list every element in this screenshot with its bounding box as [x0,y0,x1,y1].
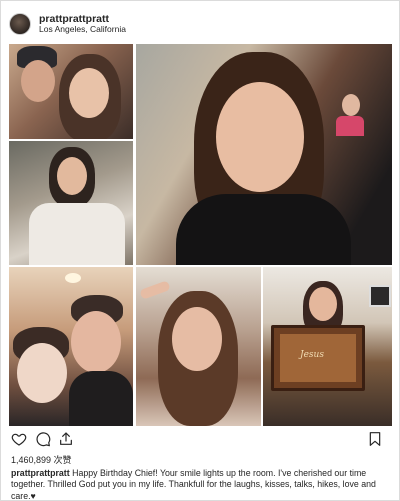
face-shape [309,287,337,321]
bookmark-icon[interactable] [367,431,383,447]
avatar[interactable] [9,13,31,35]
share-icon[interactable] [58,431,74,447]
instagram-post: prattprattpratt Los Angeles, California [0,0,400,501]
face-shape [172,307,222,371]
blanket-shape [29,203,125,265]
post-header: prattprattpratt Los Angeles, California [9,9,389,39]
action-bar [11,431,391,449]
sign-text: Jesus [300,350,324,360]
photo-woman-with-sign: Jesus [263,267,392,426]
like-count[interactable]: 1,460,899 次赞 [11,453,72,466]
post-caption: prattprattpratt Happy Birthday Chief! Yo… [11,468,383,501]
comment-icon[interactable] [35,431,51,447]
mask-face-shape [17,343,67,403]
photo-laughing-woman [136,267,261,426]
arm-shape [139,280,171,300]
heart-icon[interactable] [11,431,27,447]
caption-username[interactable]: prattprattpratt [11,468,70,478]
photo-laughing-chair [9,141,133,265]
location-link[interactable]: Los Angeles, California [39,24,126,35]
jesus-sign: Jesus [271,325,365,391]
mask-face-shape [71,311,121,373]
face-shape [216,82,304,192]
background-person-shape [342,94,360,116]
photo-face-masks [9,267,133,426]
header-text: prattprattpratt Los Angeles, California [39,13,126,35]
shirt-shape [69,371,133,426]
face-shape [69,68,109,118]
sweater-shape [176,194,351,265]
window-shape [369,285,391,307]
photo-couple-selfie [9,44,133,139]
pink-shirt-shape [336,116,364,136]
photo-main-portrait [136,44,392,265]
ceiling-light-shape [65,273,81,283]
face-shape [57,157,87,195]
face-shape [21,60,55,102]
